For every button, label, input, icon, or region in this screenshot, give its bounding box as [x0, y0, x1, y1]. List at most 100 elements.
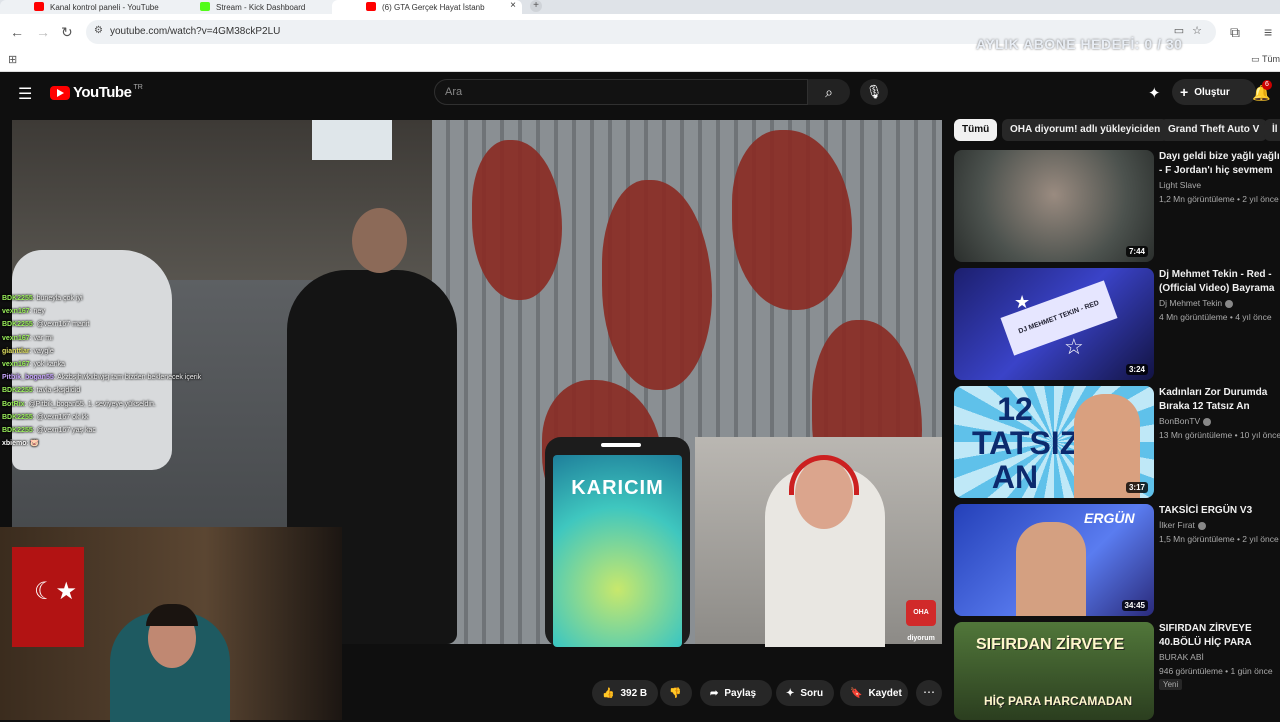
browser-tab-3[interactable]: (6) GTA Gerçek Hayat İstanb × — [332, 0, 522, 14]
chat-text: : 🐷 — [26, 440, 40, 448]
chat-text: : Akzbsjhwkxbwjsj tam bizden beklenecek … — [53, 374, 202, 382]
youtube-play-icon — [50, 85, 70, 100]
turkish-flag: ☾★ — [12, 547, 84, 647]
chat-message: BDK2255: tavla sksjdidid — [2, 384, 262, 397]
search-button[interactable]: ⌕ — [808, 79, 850, 105]
video-thumbnail[interactable]: ERGÜN 34:45 — [954, 504, 1154, 616]
video-thumbnail[interactable]: SIFIRDAN ZİRVEYE HİÇ PARA HARCAMADAN — [954, 622, 1154, 720]
video-thumbnail[interactable]: DJ MEHMET TEKIN - RED ★ ☆ 3:24 — [954, 268, 1154, 380]
extensions-icon[interactable]: ⧉ — [1230, 24, 1240, 41]
chat-username: BDK2255 — [2, 295, 33, 302]
chat-username: vexn167 — [2, 334, 30, 342]
video-title[interactable]: Dayı geldi bize yağlı yağlı - F Jordan'ı… — [1159, 150, 1280, 178]
chat-message: BDK2255: buneyla çok iyi — [2, 292, 262, 305]
channel-name[interactable]: BURAK ABİ — [1159, 652, 1204, 662]
crescent-star-icon: ☾★ — [34, 578, 78, 605]
create-button[interactable]: + Oluştur — [1172, 79, 1256, 105]
all-bookmarks[interactable]: ▭ Tüm — [1251, 54, 1280, 65]
phone-overlay: KARICIM — [545, 437, 690, 647]
like-button[interactable]: 👍 392 B — [592, 680, 658, 706]
chat-username: BDK2255 — [2, 413, 33, 421]
chat-username: xbiemo — [2, 440, 27, 448]
apps-grid-icon[interactable]: ⊞ — [8, 53, 17, 66]
phone-notch — [601, 443, 641, 447]
video-thumbnail[interactable]: 12 TATSIZ AN 3:17 — [954, 386, 1154, 498]
duration-badge: 3:17 — [1125, 482, 1148, 493]
chat-username: BDK2255 — [2, 321, 33, 329]
chat-username: BDK2255 — [2, 427, 33, 435]
video-sky — [312, 120, 392, 160]
close-tab-icon[interactable]: × — [510, 0, 516, 11]
site-info-icon[interactable]: ⚙ — [94, 25, 103, 36]
duration-badge: 7:44 — [1125, 246, 1148, 257]
recommendation-item[interactable]: ERGÜN 34:45 TAKSİCİ ERGÜN V3 İlker Fırat… — [954, 504, 1280, 616]
ask-button[interactable]: ✦ Soru — [776, 680, 834, 706]
channel-label: BonBonTV — [1159, 416, 1201, 426]
more-actions-button[interactable]: ⋯ — [916, 680, 942, 706]
channel-name[interactable]: Light Slave — [1159, 180, 1201, 190]
browser-tab-2[interactable]: Stream - Kick Dashboard × — [166, 0, 356, 14]
channel-label: İlker Fırat — [1159, 520, 1195, 530]
channel-name[interactable]: İlker Fırat — [1159, 520, 1206, 530]
tab-label: Kanal kontrol paneli - YouTube — [50, 3, 159, 12]
video-title[interactable]: SIFIRDAN ZİRVEYE 40.BÖLÜ HİÇ PARA HARCAM… — [1159, 622, 1280, 650]
chat-message: vexn167: yok kanka — [2, 358, 262, 371]
share-button[interactable]: ➦ Paylaş — [700, 680, 772, 706]
save-button[interactable]: 🔖 Kaydet — [840, 680, 908, 706]
recommendation-item[interactable]: 12 TATSIZ AN 3:17 Kadınları Zor Durumda … — [954, 386, 1280, 498]
verified-icon — [1203, 417, 1212, 426]
video-meta: 946 görüntüleme • 1 gün önce — [1159, 666, 1273, 676]
chat-username: vexn167 — [2, 308, 30, 316]
channel-name[interactable]: Dj Mehmet Tekin — [1159, 298, 1234, 308]
streamer-hair — [146, 604, 198, 626]
video-meta: 13 Mn görüntüleme • 10 yıl önce — [1159, 430, 1280, 440]
reload-icon[interactable]: ↻ — [61, 24, 73, 41]
channel-label: Dj Mehmet Tekin — [1159, 298, 1223, 308]
chat-text: : @vexn167 manit — [32, 321, 90, 329]
youtube-logo[interactable]: YouTube TR — [50, 84, 143, 101]
new-tab-icon[interactable]: + — [530, 0, 542, 12]
bookmark-star-icon[interactable]: ☆ — [1192, 25, 1210, 37]
channel-name[interactable]: BonBonTV — [1159, 416, 1212, 426]
voice-search-button[interactable]: 🎙 — [860, 79, 888, 105]
video-title[interactable]: TAKSİCİ ERGÜN V3 — [1159, 504, 1280, 518]
thumb-person — [1016, 522, 1086, 616]
chip-more[interactable]: İl — [1264, 119, 1280, 141]
tab-label: (6) GTA Gerçek Hayat İstanb — [382, 3, 485, 12]
chat-username: Pitbik_bogan55 — [2, 374, 54, 382]
youtube-favicon-icon — [366, 2, 376, 11]
new-badge: Yeni — [1159, 679, 1183, 690]
streamer-person — [110, 604, 230, 722]
chip-from-uploader[interactable]: OHA diyorum! adlı yükleyiciden — [1002, 119, 1169, 141]
menu-icon[interactable]: ≡ — [1264, 24, 1272, 40]
star-icon: ☆ — [1064, 334, 1084, 359]
share-arrow-icon: ➦ — [710, 687, 719, 699]
video-title[interactable]: Dj Mehmet Tekin - Red - (Official Video)… — [1159, 268, 1280, 296]
chat-message: Pitbik_bogan55: Akzbsjhwkxbwjsj tam bizd… — [2, 371, 262, 384]
forward-arrow-icon[interactable]: → — [36, 24, 50, 40]
premium-spark-icon[interactable]: ✦ — [1148, 84, 1161, 102]
microphone-icon: 🎙 — [865, 84, 883, 99]
recommendation-item[interactable]: 7:44 Dayı geldi bize yağlı yağlı - F Jor… — [954, 150, 1280, 262]
video-thumbnail[interactable]: 7:44 — [954, 150, 1154, 262]
hamburger-menu-icon[interactable]: ☰ — [18, 84, 32, 104]
video-meta: 1,5 Mn görüntüleme • 2 yıl önce — [1159, 534, 1279, 544]
all-bookmarks-label: Tüm — [1262, 54, 1280, 64]
back-arrow-icon[interactable]: ← — [10, 24, 24, 40]
recommendation-item[interactable]: DJ MEHMET TEKIN - RED ★ ☆ 3:24 Dj Mehmet… — [954, 268, 1280, 380]
region-code: TR — [133, 84, 143, 91]
chat-text: : @Pitbik_bogan55, 1. seviyeye yükseldin… — [24, 400, 156, 408]
chip-all[interactable]: Tümü — [954, 119, 998, 141]
recommendation-item[interactable]: SIFIRDAN ZİRVEYE HİÇ PARA HARCAMADAN SIF… — [954, 622, 1280, 720]
chat-text: : yok kanka — [29, 361, 66, 369]
video-title[interactable]: Kadınları Zor Durumda Bıraka 12 Tatsız A… — [1159, 386, 1280, 414]
search-icon: ⌕ — [825, 84, 833, 100]
thumb-text: SIFIRDAN ZİRVEYE — [976, 636, 1125, 653]
phone-caller-text: KARICIM — [571, 477, 664, 499]
dislike-button[interactable]: 👎 — [660, 680, 692, 706]
chat-username: gianttlar — [2, 347, 30, 355]
kick-favicon-icon — [200, 2, 210, 11]
search-input[interactable]: Ara — [434, 79, 808, 105]
browser-tab-1[interactable]: Kanal kontrol paneli - YouTube × — [0, 0, 190, 14]
chip-gta-v[interactable]: Grand Theft Auto V — [1160, 119, 1268, 141]
